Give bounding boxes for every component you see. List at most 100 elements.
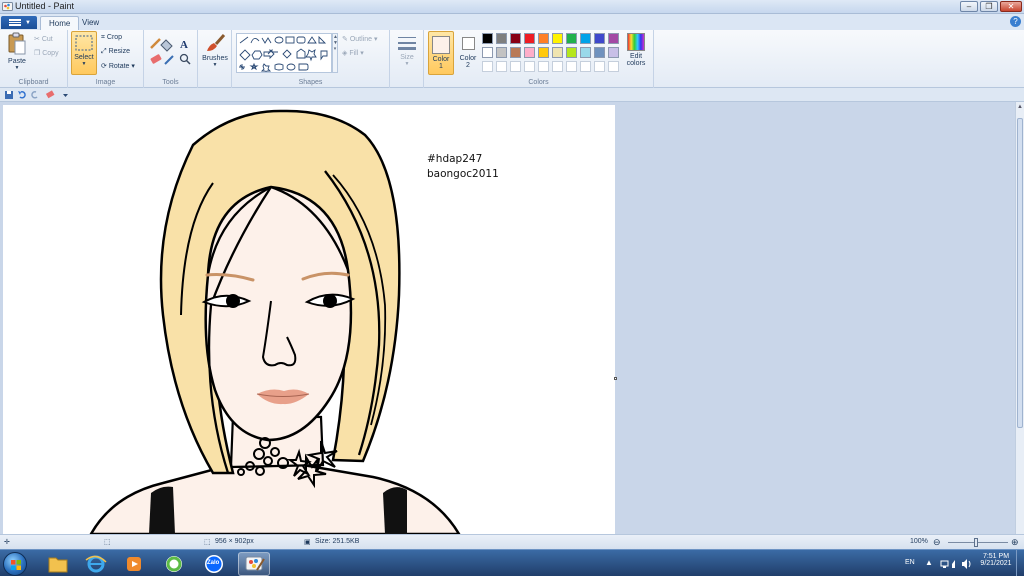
palette-swatch[interactable] bbox=[608, 33, 619, 44]
palette-swatch[interactable] bbox=[552, 33, 563, 44]
palette-swatch[interactable] bbox=[510, 61, 521, 72]
palette-swatch[interactable] bbox=[566, 33, 577, 44]
resize-button[interactable]: ⤢ Resize bbox=[101, 48, 130, 56]
paint-menu-button[interactable]: ▼ bbox=[1, 16, 37, 29]
shapes-scroll[interactable]: ▲ ▼ ▾ bbox=[332, 33, 338, 73]
edit-colors-button[interactable]: Edit colors bbox=[624, 32, 648, 67]
show-hidden-icons[interactable]: ▲ bbox=[925, 558, 933, 567]
browser-icon bbox=[166, 556, 182, 572]
zoom-out-button[interactable]: ⊖ bbox=[933, 537, 941, 548]
brushes-label: Brushes bbox=[202, 55, 228, 62]
size-button[interactable]: Size ▼ bbox=[393, 34, 421, 67]
palette-swatch[interactable] bbox=[524, 47, 535, 58]
network-icon[interactable] bbox=[940, 560, 949, 568]
fill-bucket-icon[interactable] bbox=[160, 39, 173, 52]
customize-dropdown-icon[interactable] bbox=[63, 94, 68, 97]
pencil-icon[interactable] bbox=[150, 38, 161, 49]
redo-icon[interactable] bbox=[31, 91, 38, 99]
paste-button[interactable]: Paste ▼ bbox=[4, 32, 30, 71]
color1-button[interactable]: Color 1 bbox=[428, 31, 454, 75]
text-icon[interactable]: A bbox=[180, 39, 188, 51]
zoom-in-button[interactable]: ⊕ bbox=[1011, 537, 1019, 548]
palette-swatch[interactable] bbox=[482, 47, 493, 58]
zoom-slider-thumb[interactable] bbox=[974, 538, 978, 547]
media-player-taskbar-button[interactable] bbox=[118, 552, 150, 576]
rotate-button[interactable]: ⟳ Rotate ▾ bbox=[101, 62, 135, 70]
tools-group-label: Tools bbox=[162, 79, 179, 86]
tab-view[interactable]: View bbox=[74, 16, 107, 30]
palette-swatch[interactable] bbox=[608, 61, 619, 72]
magnifier-icon[interactable] bbox=[179, 53, 191, 65]
palette-swatch[interactable] bbox=[496, 33, 507, 44]
cut-button[interactable]: ✂ Cut bbox=[34, 35, 53, 43]
palette-swatch[interactable] bbox=[524, 61, 535, 72]
palette-swatch[interactable] bbox=[538, 47, 549, 58]
paint-app-icon[interactable] bbox=[2, 1, 13, 12]
scroll-up-icon[interactable]: ▲ bbox=[1017, 104, 1023, 110]
coccoc-taskbar-button[interactable] bbox=[158, 552, 190, 576]
palette-swatch[interactable] bbox=[566, 61, 577, 72]
clock[interactable]: 7:51 PM 9/21/2021 bbox=[978, 553, 1014, 567]
palette-swatch[interactable] bbox=[482, 33, 493, 44]
palette-swatch[interactable] bbox=[580, 33, 591, 44]
copy-button[interactable]: ❐ Copy bbox=[34, 49, 59, 57]
selection-size-icon: ⬚ bbox=[104, 539, 111, 546]
palette-swatch[interactable] bbox=[580, 61, 591, 72]
outline-button[interactable]: ✎ Outline ▾ bbox=[342, 35, 377, 43]
image-group-label: Image bbox=[95, 79, 116, 86]
minimize-button[interactable]: – bbox=[960, 1, 978, 12]
save-icon[interactable] bbox=[5, 91, 13, 99]
cursor-position-icon: ✛ bbox=[4, 539, 10, 546]
explorer-taskbar-button[interactable] bbox=[42, 552, 74, 576]
fill-button[interactable]: ◈ Fill ▾ bbox=[342, 49, 364, 57]
color-palette bbox=[482, 33, 628, 77]
palette-swatch[interactable] bbox=[594, 47, 605, 58]
canvas-text-line-2: baongoc2011 bbox=[427, 168, 499, 180]
crop-button[interactable]: ⌗ Crop bbox=[101, 34, 122, 42]
palette-swatch[interactable] bbox=[566, 47, 577, 58]
palette-swatch[interactable] bbox=[594, 33, 605, 44]
palette-swatch[interactable] bbox=[552, 61, 563, 72]
show-desktop-button[interactable] bbox=[1016, 550, 1024, 576]
palette-swatch[interactable] bbox=[482, 61, 493, 72]
palette-swatch[interactable] bbox=[496, 61, 507, 72]
palette-swatch[interactable] bbox=[608, 47, 619, 58]
palette-swatch[interactable] bbox=[580, 47, 591, 58]
ie-taskbar-button[interactable] bbox=[80, 552, 112, 576]
palette-swatch[interactable] bbox=[510, 33, 521, 44]
start-button[interactable] bbox=[3, 552, 27, 576]
color2-label: Color bbox=[459, 55, 477, 62]
brushes-button[interactable]: Brushes ▼ bbox=[200, 33, 230, 68]
palette-swatch[interactable] bbox=[552, 47, 563, 58]
palette-swatch[interactable] bbox=[510, 47, 521, 58]
palette-swatch[interactable] bbox=[538, 61, 549, 72]
select-button[interactable]: Select ▼ bbox=[71, 31, 97, 75]
chevron-down-icon: ▼ bbox=[14, 65, 20, 71]
zoom-slider[interactable] bbox=[948, 542, 1008, 543]
volume-icon[interactable] bbox=[962, 559, 971, 569]
shapes-gallery-icons bbox=[239, 35, 328, 75]
color2-button[interactable]: Color 2 bbox=[456, 31, 480, 69]
close-button[interactable]: ✕ bbox=[1000, 1, 1022, 12]
zalo-taskbar-button[interactable]: Zalo bbox=[198, 552, 230, 576]
eraser-icon[interactable] bbox=[150, 54, 162, 64]
palette-swatch[interactable] bbox=[594, 61, 605, 72]
scrollbar-thumb[interactable] bbox=[1017, 118, 1023, 428]
paint-taskbar-button[interactable] bbox=[238, 552, 270, 576]
palette-swatch[interactable] bbox=[524, 33, 535, 44]
action-center-icon[interactable] bbox=[952, 560, 955, 568]
canvas-resize-handle[interactable] bbox=[614, 377, 617, 380]
color-picker-icon[interactable] bbox=[164, 55, 174, 65]
zoom-level: 100% bbox=[910, 538, 928, 545]
help-icon[interactable]: ? bbox=[1010, 16, 1021, 27]
undo-icon[interactable] bbox=[18, 91, 26, 99]
palette-swatch[interactable] bbox=[496, 47, 507, 58]
drawing-canvas[interactable]: #hdap247 baongoc2011 bbox=[3, 105, 615, 534]
color1-number: 1 bbox=[439, 63, 443, 70]
vertical-scrollbar[interactable]: ▲ bbox=[1015, 102, 1024, 534]
language-indicator[interactable]: EN bbox=[905, 559, 915, 566]
eraser-icon[interactable] bbox=[45, 90, 55, 99]
restore-button[interactable]: ❐ bbox=[980, 1, 998, 12]
shapes-gallery[interactable] bbox=[236, 33, 332, 75]
palette-swatch[interactable] bbox=[538, 33, 549, 44]
